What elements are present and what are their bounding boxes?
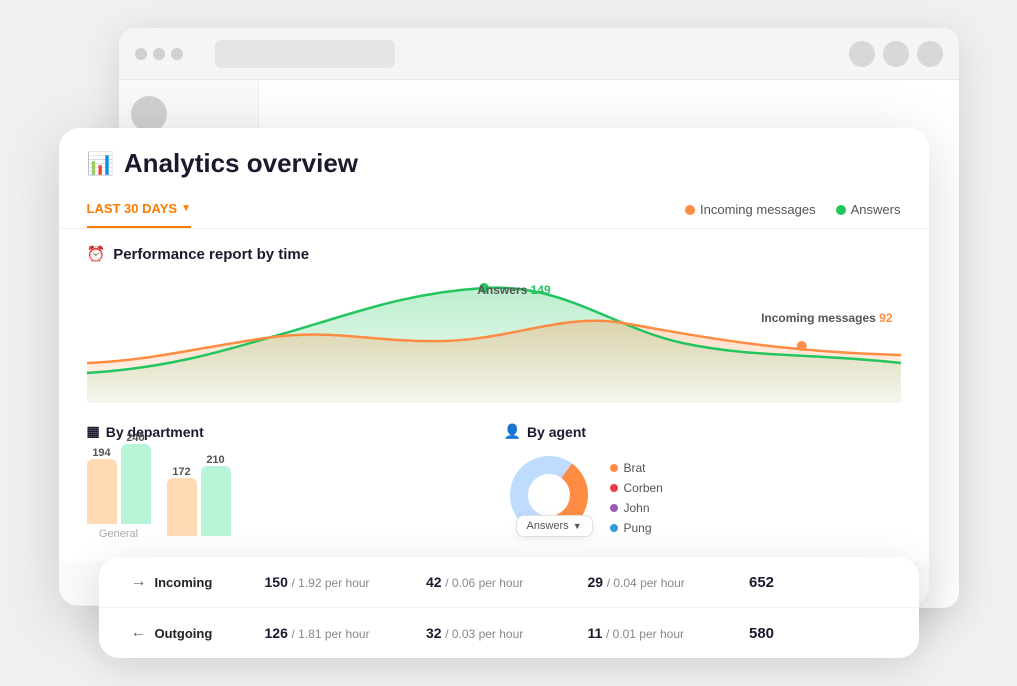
- bar-group-2: 172 210: [167, 454, 231, 540]
- donut-wrapper: Answers ▼: [504, 450, 594, 545]
- cell-outgoing-chats: 32 / 0.03 per hour: [414, 609, 576, 657]
- title-section: 📊 Analytics overview: [87, 148, 359, 179]
- legend-item-pung: Pung: [610, 521, 663, 535]
- dept-label-general: General: [99, 528, 138, 540]
- cell-incoming-total: 652: [737, 558, 899, 607]
- cell-incoming-chats: 42 / 0.06 per hour: [414, 558, 576, 606]
- window-controls: [135, 48, 183, 60]
- department-section: ▦ By department 194 240: [87, 423, 484, 545]
- bar-orange-1: [87, 459, 117, 524]
- bar-wrapper-green-2: 210: [201, 454, 231, 536]
- bar-label-210: 210: [201, 454, 231, 466]
- corben-dot: [610, 484, 618, 492]
- legend-incoming: Incoming messages: [685, 202, 816, 217]
- toolbar-icon-2: [883, 41, 909, 67]
- cell-outgoing-total: 580: [737, 609, 899, 658]
- tabs-bar: LAST 30 DAYS ▼ Incoming messages Answers: [59, 191, 929, 229]
- incoming-dot: [685, 205, 695, 215]
- maximize-dot: [171, 48, 183, 60]
- dropdown-chevron-icon: ▼: [573, 521, 582, 531]
- minimize-dot: [153, 48, 165, 60]
- bar-pair-2: 172 210: [167, 454, 231, 536]
- incoming-label: Incoming messages 92: [761, 311, 892, 325]
- bar-label-194: 194: [87, 447, 117, 459]
- bottom-section: ▦ By department 194 240: [59, 415, 929, 545]
- url-bar-bg: [215, 40, 395, 68]
- bar-group-1: 194 240 General: [87, 432, 151, 540]
- tab-dropdown[interactable]: LAST 30 DAYS ▼: [87, 201, 191, 216]
- cell-incoming-calls: 29 / 0.04 per hour: [576, 558, 738, 606]
- incoming-arrow-icon: →: [131, 573, 147, 591]
- brat-dot: [610, 464, 618, 472]
- donut-area: Answers ▼ Brat Corben: [504, 450, 901, 545]
- agent-icon: 👤: [504, 423, 521, 440]
- table-row-outgoing: ← Outgoing 126 / 1.81 per hour 32 / 0.03…: [99, 608, 919, 658]
- bar-orange-2: [167, 478, 197, 536]
- bar-green-1: [121, 444, 151, 524]
- answers-dot: [836, 205, 846, 215]
- bar-pair-1: 194 240: [87, 432, 151, 524]
- tab-last-30-days[interactable]: LAST 30 DAYS ▼: [87, 191, 191, 228]
- cell-outgoing-messages: 126 / 1.81 per hour: [253, 609, 415, 657]
- card-header: 📊 Analytics overview: [59, 128, 929, 179]
- legend-answers: Answers: [836, 202, 901, 217]
- performance-section: ⏰ Performance report by time: [59, 229, 929, 415]
- table-row-incoming: → Incoming 150 / 1.92 per hour 42 / 0.06…: [99, 557, 919, 608]
- cell-outgoing-calls: 11 / 0.01 per hour: [576, 609, 738, 657]
- chevron-down-icon: ▼: [181, 203, 191, 214]
- close-dot: [135, 48, 147, 60]
- analytics-card: 📊 Analytics overview LAST 30 DAYS ▼ Inco…: [59, 128, 929, 606]
- legend-item-john: John: [610, 501, 663, 515]
- donut-legend: Brat Corben John Pung: [610, 461, 663, 535]
- row-label-incoming: → Incoming: [119, 557, 253, 607]
- performance-chart: Answers 149 Incoming messages 92: [87, 273, 901, 403]
- pung-dot: [610, 524, 618, 532]
- agent-title: 👤 By agent: [504, 423, 901, 440]
- legend-item-corben: Corben: [610, 481, 663, 495]
- toolbar-icon-3: [917, 41, 943, 67]
- incoming-peak-dot: [796, 341, 806, 351]
- outgoing-arrow-icon: ←: [131, 624, 147, 642]
- chart-legend: Incoming messages Answers: [685, 202, 900, 217]
- bar-wrapper-orange-1: 194: [87, 447, 117, 524]
- cell-incoming-messages: 150 / 1.92 per hour: [253, 558, 415, 606]
- john-dot: [610, 504, 618, 512]
- donut-dropdown[interactable]: Answers ▼: [516, 515, 593, 537]
- sidebar-avatar: [131, 96, 167, 132]
- bar-wrapper-green-1: 240: [121, 432, 151, 524]
- browser-toolbar: [119, 28, 959, 80]
- dept-bar-chart: 194 240 General: [87, 450, 484, 540]
- page-title: Analytics overview: [124, 148, 358, 179]
- table-card: → Incoming 150 / 1.92 per hour 42 / 0.06…: [99, 557, 919, 658]
- performance-title: ⏰ Performance report by time: [87, 245, 901, 263]
- bar-label-240: 240: [121, 432, 151, 444]
- legend-item-brat: Brat: [610, 461, 663, 475]
- clock-icon: ⏰: [87, 245, 106, 263]
- row-label-outgoing: ← Outgoing: [119, 608, 253, 658]
- bar-wrapper-orange-2: 172: [167, 466, 197, 536]
- toolbar-icons: [849, 41, 943, 67]
- toolbar-icon-1: [849, 41, 875, 67]
- agent-section: 👤 By agent Answers ▼: [504, 423, 901, 545]
- bar-label-172: 172: [167, 466, 197, 478]
- analytics-icon: 📊: [87, 151, 114, 177]
- bar-green-2: [201, 466, 231, 536]
- answers-label: Answers 149: [477, 283, 550, 297]
